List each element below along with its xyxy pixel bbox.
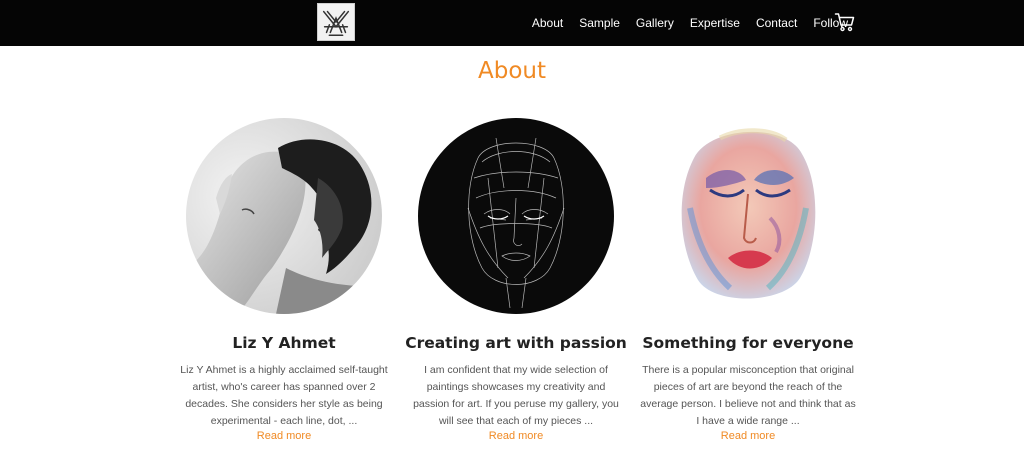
card-title: Creating art with passion (405, 334, 627, 352)
top-navbar: About Sample Gallery Expertise Contact F… (0, 0, 1024, 46)
shopping-cart-icon (834, 13, 855, 32)
card-description: Liz Y Ahmet is a highly acclaimed self-t… (180, 364, 388, 427)
scribble-face-image (418, 118, 614, 314)
cart-button[interactable] (834, 11, 856, 33)
about-card-passion: Creating art with passion I am confident… (400, 118, 632, 442)
main-nav: About Sample Gallery Expertise Contact F… (524, 0, 856, 46)
card-description: There is a popular misconception that or… (640, 364, 856, 427)
nav-contact[interactable]: Contact (748, 0, 805, 46)
nav-expertise[interactable]: Expertise (682, 0, 748, 46)
logo-monogram-icon (322, 10, 350, 37)
watercolor-face-image (650, 118, 846, 314)
about-card-artist: Liz Y Ahmet Liz Y Ahmet is a highly accl… (168, 118, 400, 442)
site-logo[interactable] (317, 3, 355, 41)
page-title: About (477, 58, 546, 84)
read-more-link[interactable]: Read more (400, 430, 632, 442)
card-title: Liz Y Ahmet (232, 334, 336, 352)
nav-about[interactable]: About (524, 0, 571, 46)
artist-portrait-image (186, 118, 382, 314)
nav-sample[interactable]: Sample (571, 0, 628, 46)
nav-gallery[interactable]: Gallery (628, 0, 682, 46)
card-description: I am confident that my wide selection of… (413, 364, 619, 427)
about-card-everyone: Something for everyone There is a popula… (632, 118, 864, 442)
read-more-link[interactable]: Read more (632, 430, 864, 442)
read-more-link[interactable]: Read more (168, 430, 400, 442)
card-title: Something for everyone (642, 334, 854, 352)
